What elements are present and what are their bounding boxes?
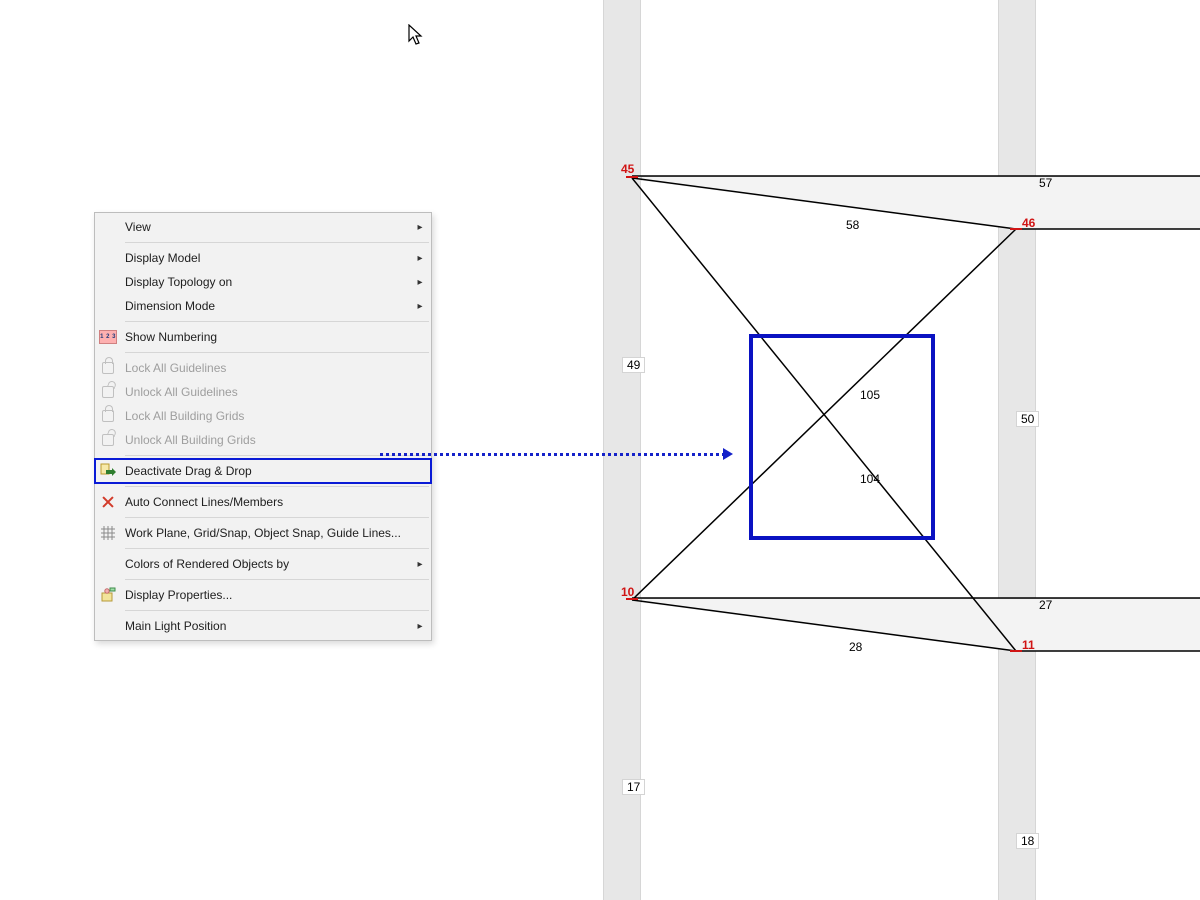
menu-deactivate-drag-drop-label: Deactivate Drag & Drop <box>121 464 427 478</box>
submenu-arrow-icon: ▸ <box>413 301 427 312</box>
lock-icon <box>95 362 121 374</box>
submenu-arrow-icon: ▸ <box>413 621 427 632</box>
menu-view[interactable]: View ▸ <box>95 215 431 239</box>
node-label-11: 11 <box>1022 638 1035 652</box>
menu-lock-building-grids-label: Lock All Building Grids <box>121 409 427 423</box>
drag-drop-icon <box>100 463 116 479</box>
menu-auto-connect-label: Auto Connect Lines/Members <box>121 495 427 509</box>
menu-unlock-guidelines: Unlock All Guidelines <box>95 380 431 404</box>
menu-work-plane[interactable]: Work Plane, Grid/Snap, Object Snap, Guid… <box>95 521 431 545</box>
numbering-icon: 1 2 3 <box>99 330 117 344</box>
menu-unlock-guidelines-label: Unlock All Guidelines <box>121 385 427 399</box>
menu-view-label: View <box>121 220 413 234</box>
menu-separator <box>125 548 429 549</box>
menu-dimension-mode[interactable]: Dimension Mode ▸ <box>95 294 431 318</box>
menu-separator <box>125 610 429 611</box>
menu-auto-connect[interactable]: Auto Connect Lines/Members <box>95 490 431 514</box>
menu-display-topology-label: Display Topology on <box>121 275 413 289</box>
menu-display-properties[interactable]: Display Properties... <box>95 583 431 607</box>
menu-separator <box>125 579 429 580</box>
submenu-arrow-icon: ▸ <box>413 222 427 233</box>
menu-separator <box>125 242 429 243</box>
grid-icon <box>101 526 115 540</box>
menu-separator <box>125 517 429 518</box>
member-label-57: 57 <box>1039 176 1052 190</box>
menu-separator <box>125 321 429 322</box>
menu-display-properties-label: Display Properties... <box>121 588 427 602</box>
menu-colors-rendered-label: Colors of Rendered Objects by <box>121 557 413 571</box>
viewport[interactable]: 49 50 17 18 45 46 10 11 58 57 105 104 28… <box>0 0 1200 900</box>
node-label-10: 10 <box>621 585 634 599</box>
menu-show-numbering[interactable]: 1 2 3 Show Numbering <box>95 325 431 349</box>
menu-lock-building-grids: Lock All Building Grids <box>95 404 431 428</box>
context-menu: View ▸ Display Model ▸ Display Topology … <box>94 212 432 641</box>
menu-display-topology[interactable]: Display Topology on ▸ <box>95 270 431 294</box>
node-label-46: 46 <box>1022 216 1035 230</box>
menu-lock-guidelines-label: Lock All Guidelines <box>121 361 427 375</box>
member-label-58: 58 <box>846 218 859 232</box>
callout-arrow <box>380 448 733 460</box>
unlock-icon <box>95 434 121 446</box>
menu-dimension-mode-label: Dimension Mode <box>121 299 413 313</box>
node-tick-45 <box>626 176 638 178</box>
node-label-45: 45 <box>621 162 634 176</box>
x-icon <box>95 495 121 509</box>
properties-icon <box>100 587 116 603</box>
lock-icon <box>95 410 121 422</box>
menu-deactivate-drag-drop[interactable]: Deactivate Drag & Drop <box>95 459 431 483</box>
node-tick-11 <box>1010 650 1022 652</box>
selection-rectangle <box>749 334 935 540</box>
member-label-28: 28 <box>849 640 862 654</box>
menu-display-model-label: Display Model <box>121 251 413 265</box>
submenu-arrow-icon: ▸ <box>413 277 427 288</box>
menu-main-light-label: Main Light Position <box>121 619 413 633</box>
menu-separator <box>125 486 429 487</box>
unlock-icon <box>95 386 121 398</box>
menu-separator <box>125 352 429 353</box>
menu-work-plane-label: Work Plane, Grid/Snap, Object Snap, Guid… <box>121 526 427 540</box>
menu-display-model[interactable]: Display Model ▸ <box>95 246 431 270</box>
menu-main-light[interactable]: Main Light Position ▸ <box>95 614 431 638</box>
submenu-arrow-icon: ▸ <box>413 559 427 570</box>
menu-lock-guidelines: Lock All Guidelines <box>95 356 431 380</box>
menu-show-numbering-label: Show Numbering <box>121 330 427 344</box>
member-label-27: 27 <box>1039 598 1052 612</box>
menu-unlock-building-grids-label: Unlock All Building Grids <box>121 433 427 447</box>
node-tick-46 <box>1010 228 1022 230</box>
submenu-arrow-icon: ▸ <box>413 253 427 264</box>
menu-colors-rendered[interactable]: Colors of Rendered Objects by ▸ <box>95 552 431 576</box>
